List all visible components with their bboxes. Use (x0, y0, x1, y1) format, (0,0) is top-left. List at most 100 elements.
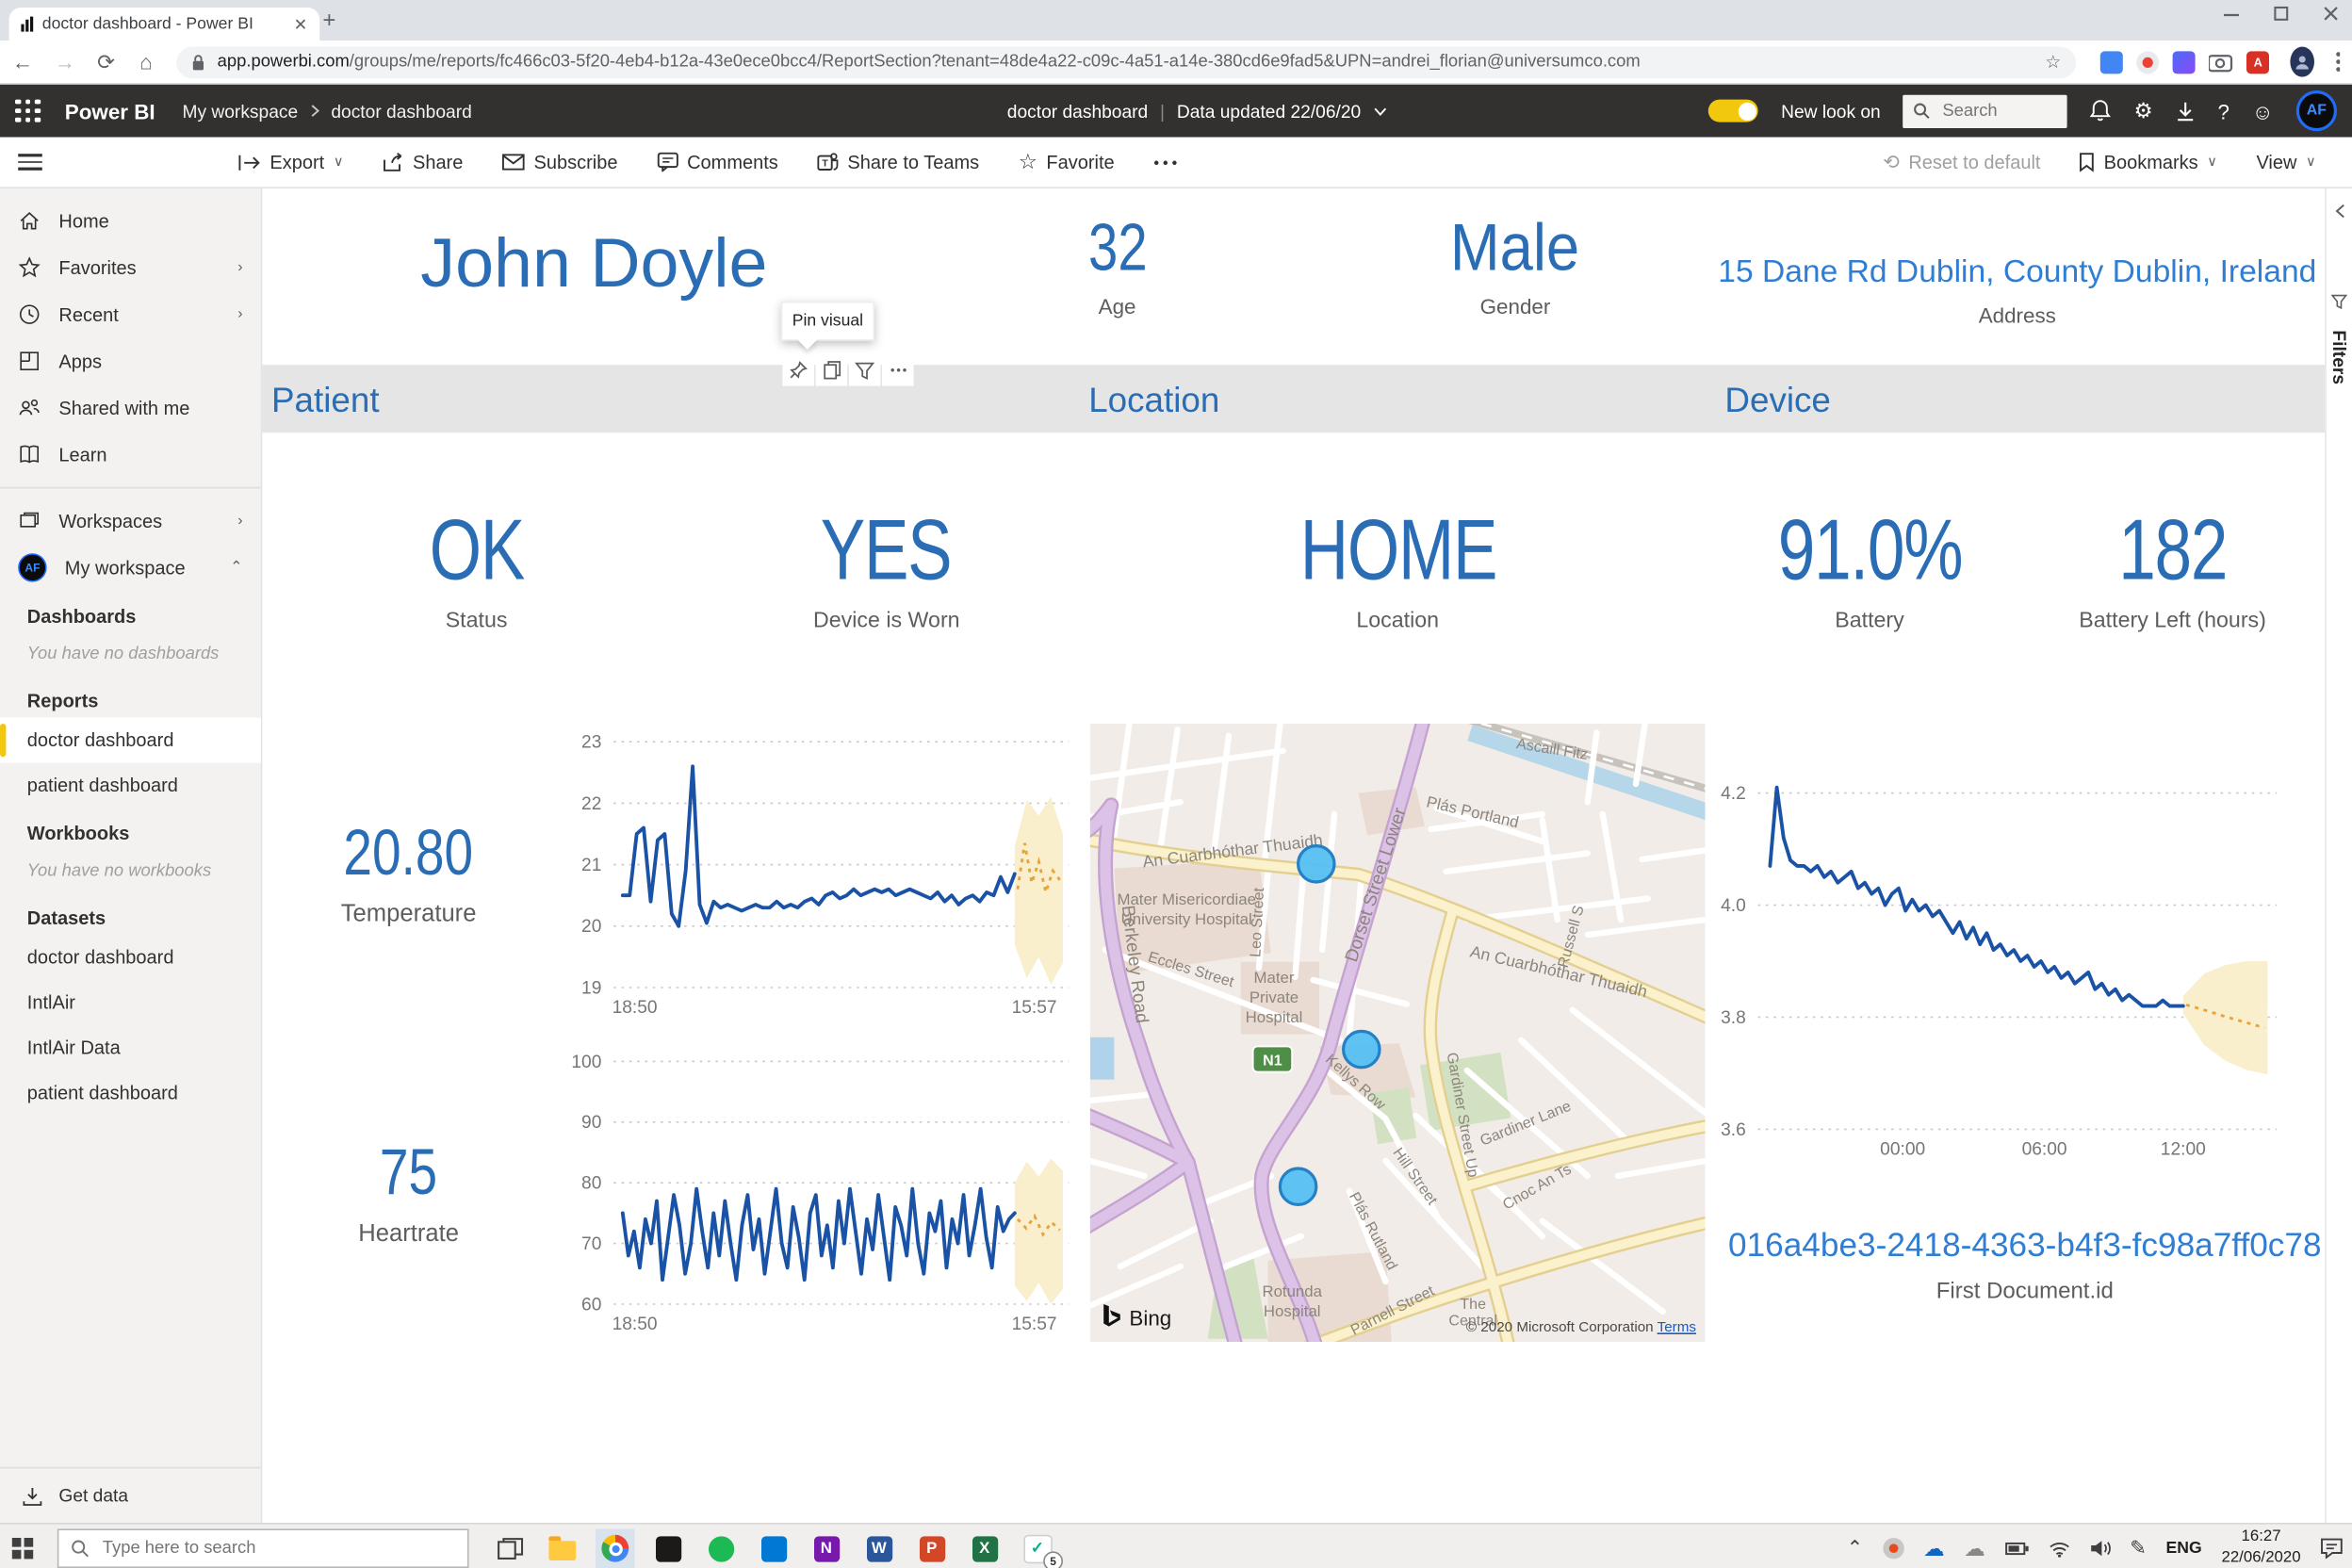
export-button[interactable]: Export∨ (238, 152, 344, 172)
extension-record-icon[interactable] (2136, 51, 2159, 74)
dataset-item-doctor-dashboard[interactable]: doctor dashboard (0, 935, 261, 980)
get-data-button[interactable]: Get data (0, 1467, 261, 1523)
window-maximize-icon[interactable] (2274, 6, 2291, 23)
browser-profile-avatar[interactable] (2291, 47, 2314, 77)
window-close-icon[interactable] (2324, 6, 2341, 23)
sidebar-item-apps[interactable]: Apps (0, 337, 261, 384)
todo-check-app-icon[interactable]: ✓ 5 (1018, 1528, 1057, 1568)
green-app-icon[interactable] (701, 1528, 741, 1568)
tray-chevron-icon[interactable]: ⌃ (1847, 1536, 1863, 1560)
store-app-icon[interactable] (648, 1528, 688, 1568)
pen-icon[interactable]: ✎ (2130, 1536, 2146, 1560)
report-item-doctor-dashboard[interactable]: doctor dashboard (0, 718, 261, 763)
dataset-item-patient-dashboard[interactable]: patient dashboard (0, 1070, 261, 1116)
dataset-item-intlair-data[interactable]: IntlAir Data (0, 1025, 261, 1070)
start-button[interactable] (0, 1538, 45, 1559)
language-indicator[interactable]: ENG (2166, 1540, 2202, 1558)
waffle-menu-icon[interactable] (15, 99, 41, 122)
more-options-icon[interactable] (1153, 159, 1178, 165)
window-minimize-icon[interactable] (2224, 6, 2241, 23)
expand-chevron-icon[interactable] (2333, 204, 2345, 219)
address-bar[interactable]: app.powerbi.com/groups/me/reports/fc466c… (176, 46, 2076, 78)
filters-funnel-icon[interactable] (2331, 294, 2348, 309)
browser-tab[interactable]: doctor dashboard - Power BI ✕ (9, 8, 320, 41)
reset-to-default-button[interactable]: ⟲Reset to default (1883, 150, 2040, 174)
wifi-icon[interactable] (2049, 1540, 2069, 1557)
action-center-icon[interactable] (2320, 1538, 2343, 1559)
extension-pdf-icon[interactable]: A (2246, 51, 2269, 74)
sidebar-item-workspaces[interactable]: Workspaces› (0, 498, 261, 545)
help-icon[interactable]: ? (2217, 99, 2229, 123)
sidebar-item-home[interactable]: Home (0, 198, 261, 245)
sidebar-item-learn[interactable]: Learn (0, 432, 261, 479)
bookmark-star-icon[interactable]: ☆ (2045, 51, 2061, 72)
taskbar-search-input[interactable] (100, 1538, 407, 1559)
sidebar-item-shared[interactable]: Shared with me (0, 384, 261, 432)
task-view-icon[interactable] (490, 1528, 530, 1568)
sidebar-item-my-workspace[interactable]: AF My workspace⌃ (0, 545, 261, 592)
location-map[interactable]: An Cuarbhóthar ThuaidhDorset Street Lowe… (1090, 724, 1706, 1342)
pin-icon[interactable] (782, 354, 814, 386)
new-look-toggle[interactable] (1708, 100, 1758, 122)
battery-line-chart[interactable]: 4.24.03.83.600:0006:0012:00 (1713, 739, 2313, 1179)
copy-icon[interactable] (816, 354, 848, 386)
settings-gear-icon[interactable]: ⚙ (2134, 98, 2153, 123)
subscribe-button[interactable]: Subscribe (502, 152, 618, 172)
back-icon[interactable]: ← (12, 50, 33, 74)
favorite-button[interactable]: ☆Favorite (1019, 149, 1115, 174)
search-box[interactable] (1903, 94, 2067, 127)
powerpoint-icon[interactable]: P (912, 1528, 952, 1568)
sidebar-item-favorites[interactable]: Favorites› (0, 244, 261, 291)
bing-map-canvas[interactable]: An Cuarbhóthar ThuaidhDorset Street Lowe… (1090, 724, 1706, 1342)
notifications-bell-icon[interactable] (2090, 100, 2111, 122)
filter-icon[interactable] (849, 354, 881, 386)
view-button[interactable]: View∨ (2256, 152, 2315, 172)
tray-app-icon[interactable] (1883, 1538, 1903, 1559)
nav-hamburger-icon[interactable] (18, 154, 42, 170)
search-input[interactable] (1939, 100, 2050, 121)
tab-close-icon[interactable]: ✕ (294, 14, 308, 34)
extension-purple-icon[interactable] (2173, 51, 2196, 74)
blue-app-icon[interactable] (754, 1528, 793, 1568)
reload-icon[interactable]: ⟳ (96, 49, 115, 74)
extension-camera-icon[interactable] (2209, 52, 2233, 72)
account-avatar[interactable]: AF (2296, 90, 2337, 131)
heartrate-line-chart[interactable]: 1009080706018:5015:57 (560, 1051, 1078, 1347)
taskbar-clock[interactable]: 16:27 22/06/2020 (2222, 1527, 2301, 1568)
volume-icon[interactable] (2089, 1540, 2110, 1558)
download-icon[interactable] (2176, 100, 2196, 121)
onenote-icon[interactable]: N (807, 1528, 846, 1568)
more-options-icon[interactable] (882, 354, 914, 386)
bookmarks-button[interactable]: Bookmarks∨ (2080, 152, 2217, 172)
report-item-patient-dashboard[interactable]: patient dashboard (0, 763, 261, 808)
taskbar-search[interactable] (57, 1528, 469, 1568)
forward-icon[interactable]: → (55, 50, 75, 74)
sidebar-item-recent[interactable]: Recent› (0, 291, 261, 338)
dataset-item-intlair[interactable]: IntlAir (0, 980, 261, 1025)
temperature-line-chart[interactable]: 232221201918:5015:57 (560, 731, 1078, 1027)
browser-menu-icon[interactable] (2335, 51, 2340, 72)
file-explorer-icon[interactable] (543, 1528, 582, 1568)
new-tab-button[interactable]: + (322, 10, 335, 31)
powerbi-brand[interactable]: Power BI (65, 99, 155, 123)
filters-collapsed-pane[interactable]: Filters (2325, 188, 2352, 1523)
excel-icon[interactable]: X (965, 1528, 1004, 1568)
battery-icon[interactable] (2005, 1541, 2030, 1556)
bing-logo[interactable]: Bing (1102, 1304, 1172, 1330)
svg-text:21: 21 (581, 856, 601, 875)
word-icon[interactable]: W (859, 1528, 899, 1568)
breadcrumb-report[interactable]: doctor dashboard (331, 100, 471, 121)
extension-grid-icon[interactable] (2100, 51, 2123, 74)
share-to-teams-button[interactable]: T Share to Teams (817, 152, 979, 172)
chrome-icon[interactable] (596, 1528, 635, 1568)
breadcrumb-workspace[interactable]: My workspace (182, 100, 298, 121)
chevron-down-icon[interactable] (1373, 106, 1386, 116)
map-terms-link[interactable]: Terms (1658, 1319, 1696, 1336)
comments-button[interactable]: Comments (657, 152, 778, 172)
home-icon[interactable]: ⌂ (137, 50, 155, 74)
cloud-icon[interactable]: ☁ (1964, 1536, 1984, 1561)
feedback-smiley-icon[interactable]: ☺ (2252, 99, 2274, 123)
onedrive-icon[interactable]: ☁ (1923, 1536, 1944, 1561)
patient-name: John Doyle (337, 221, 850, 302)
share-button[interactable]: Share (383, 152, 463, 172)
